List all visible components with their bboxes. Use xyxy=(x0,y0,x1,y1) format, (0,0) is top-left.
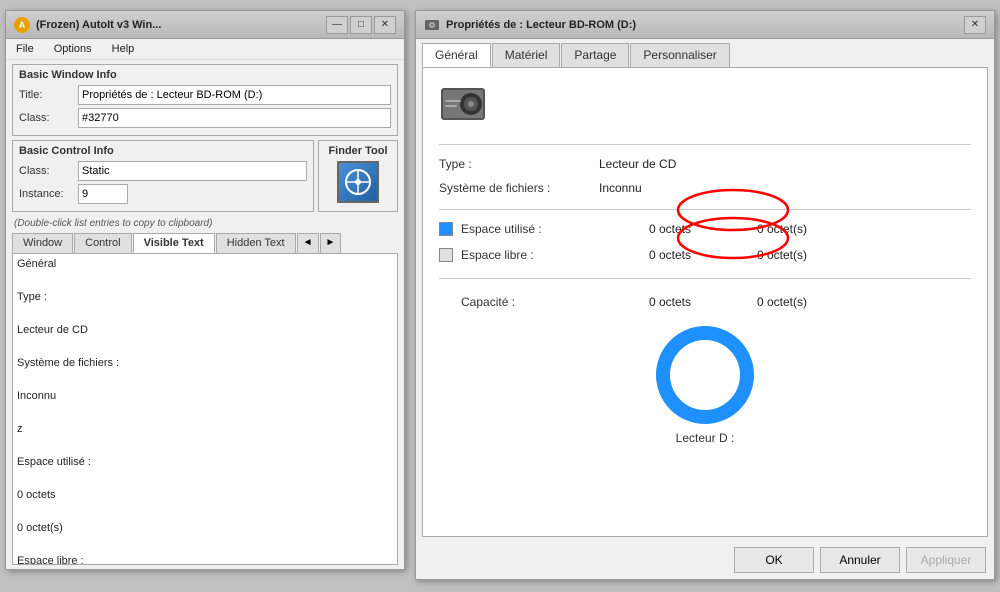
capacite-row: Capacité : 0 octets 0 octet(s) xyxy=(439,295,971,309)
close-button[interactable]: ✕ xyxy=(374,16,396,34)
capacite-label: Capacité : xyxy=(461,295,591,309)
divider-3 xyxy=(439,278,971,279)
tab-control[interactable]: Control xyxy=(74,233,131,253)
autoit-window: A (Frozen) AutoIt v3 Win... — □ ✕ File O… xyxy=(5,10,405,570)
crosshair-icon xyxy=(343,167,373,197)
filesystem-label: Système de fichiers : xyxy=(439,181,599,195)
props-buttons: OK Annuler Appliquer xyxy=(416,541,994,579)
capacite-sec: 0 octet(s) xyxy=(707,295,807,309)
tab-nav-right[interactable]: ► xyxy=(320,233,342,253)
basic-control-info-title: Basic Control Info xyxy=(19,145,307,157)
type-value: Lecteur de CD xyxy=(599,157,676,171)
props-tab-bar: Général Matériel Partage Personnaliser xyxy=(416,39,994,67)
basic-window-info-title: Basic Window Info xyxy=(19,69,391,81)
title-label: Title: xyxy=(19,89,74,101)
type-label: Type : xyxy=(439,157,599,171)
espace-utilise-color xyxy=(439,222,453,236)
list-item[interactable]: Espace utilisé : xyxy=(17,454,393,471)
menu-file[interactable]: File xyxy=(10,41,40,57)
control-instance-label: Instance: xyxy=(19,188,74,200)
props-content: Type : Lecteur de CD Système de fichiers… xyxy=(422,67,988,537)
text-list-container: Général Type : Lecteur de CD Système de … xyxy=(12,253,398,565)
list-item[interactable]: 0 octets xyxy=(17,487,393,504)
tab-bar: Window Control Visible Text Hidden Text … xyxy=(6,231,404,253)
menu-bar: File Options Help xyxy=(6,39,404,60)
finder-tool-title: Finder Tool xyxy=(328,145,387,157)
autoit-title: (Frozen) AutoIt v3 Win... xyxy=(36,19,161,31)
list-item[interactable]: Général xyxy=(17,256,393,273)
menu-options[interactable]: Options xyxy=(48,41,98,57)
type-row: Type : Lecteur de CD xyxy=(439,157,971,171)
drive-svg-icon xyxy=(439,80,487,128)
properties-window: Propriétés de : Lecteur BD-ROM (D:) ✕ Gé… xyxy=(415,10,995,580)
props-tab-general[interactable]: Général xyxy=(422,43,491,67)
text-list[interactable]: Général Type : Lecteur de CD Système de … xyxy=(13,254,397,564)
props-header-row xyxy=(439,80,971,128)
list-item[interactable]: Inconnu xyxy=(17,388,393,405)
donut-container: Lecteur D : xyxy=(439,325,971,445)
finder-tool-box: Finder Tool xyxy=(318,140,398,212)
autoit-titlebar-left: A (Frozen) AutoIt v3 Win... xyxy=(14,17,161,33)
espace-libre-label: Espace libre : xyxy=(461,248,591,262)
props-app-icon xyxy=(424,17,440,33)
class-field-row: Class: xyxy=(19,108,391,128)
list-item[interactable]: Espace libre : xyxy=(17,553,393,564)
lecteur-label: Lecteur D : xyxy=(676,431,735,445)
divider-2 xyxy=(439,209,971,210)
espace-utilise-row: Espace utilisé : 0 octets 0 octet(s) xyxy=(439,222,971,236)
autoit-titlebar: A (Frozen) AutoIt v3 Win... — □ ✕ xyxy=(6,11,404,39)
props-close-button[interactable]: ✕ xyxy=(964,16,986,34)
filesystem-value: Inconnu xyxy=(599,181,642,195)
ok-button[interactable]: OK xyxy=(734,547,814,573)
props-titlebar-left: Propriétés de : Lecteur BD-ROM (D:) xyxy=(424,17,636,33)
control-class-label: Class: xyxy=(19,165,74,177)
props-title: Propriétés de : Lecteur BD-ROM (D:) xyxy=(446,19,636,31)
title-input[interactable] xyxy=(78,85,391,105)
list-item[interactable]: Système de fichiers : xyxy=(17,355,393,372)
class-label: Class: xyxy=(19,112,74,124)
donut-chart xyxy=(655,325,755,425)
title-field-row: Title: xyxy=(19,85,391,105)
menu-help[interactable]: Help xyxy=(106,41,141,57)
titlebar-controls: — □ ✕ xyxy=(326,16,396,34)
espace-libre-main: 0 octets xyxy=(591,248,691,262)
control-class-row: Class: xyxy=(19,161,307,181)
tab-window[interactable]: Window xyxy=(12,233,73,253)
appliquer-button[interactable]: Appliquer xyxy=(906,547,986,573)
props-tab-materiel[interactable]: Matériel xyxy=(492,43,561,67)
props-tab-partage[interactable]: Partage xyxy=(561,43,629,67)
class-input[interactable] xyxy=(78,108,391,128)
minimize-button[interactable]: — xyxy=(326,16,348,34)
control-instance-input[interactable] xyxy=(78,184,128,204)
espace-utilise-main: 0 octets xyxy=(591,222,691,236)
control-instance-row: Instance: xyxy=(19,184,307,204)
espace-libre-sec: 0 octet(s) xyxy=(707,248,807,262)
espace-utilise-label: Espace utilisé : xyxy=(461,222,591,236)
annuler-button[interactable]: Annuler xyxy=(820,547,900,573)
list-item[interactable]: Type : xyxy=(17,289,393,306)
list-item[interactable]: Lecteur de CD xyxy=(17,322,393,339)
hint-text: (Double-click list entries to copy to cl… xyxy=(6,216,404,231)
finder-tool-button[interactable] xyxy=(337,161,379,203)
tab-visible-text[interactable]: Visible Text xyxy=(133,233,215,253)
basic-window-info-box: Basic Window Info Title: Class: xyxy=(12,64,398,136)
espace-libre-color xyxy=(439,248,453,262)
control-finder-row: Basic Control Info Class: Instance: Find… xyxy=(12,140,398,212)
props-tab-personnaliser[interactable]: Personnaliser xyxy=(630,43,729,67)
basic-control-info-box: Basic Control Info Class: Instance: xyxy=(12,140,314,212)
tab-hidden-text[interactable]: Hidden Text xyxy=(216,233,296,253)
bd-drive-icon xyxy=(439,80,487,128)
control-class-input[interactable] xyxy=(78,161,307,181)
tab-nav-left[interactable]: ◄ xyxy=(297,233,319,253)
espace-utilise-sec: 0 octet(s) xyxy=(707,222,807,236)
autoit-app-icon: A xyxy=(14,17,30,33)
filesystem-row: Système de fichiers : Inconnu xyxy=(439,181,971,195)
props-titlebar: Propriétés de : Lecteur BD-ROM (D:) ✕ xyxy=(416,11,994,39)
divider-1 xyxy=(439,144,971,145)
list-item[interactable]: z xyxy=(17,421,393,438)
maximize-button[interactable]: □ xyxy=(350,16,372,34)
capacite-main: 0 octets xyxy=(591,295,691,309)
list-item[interactable]: 0 octet(s) xyxy=(17,520,393,537)
espace-libre-row: Espace libre : 0 octets 0 octet(s) xyxy=(439,248,971,262)
